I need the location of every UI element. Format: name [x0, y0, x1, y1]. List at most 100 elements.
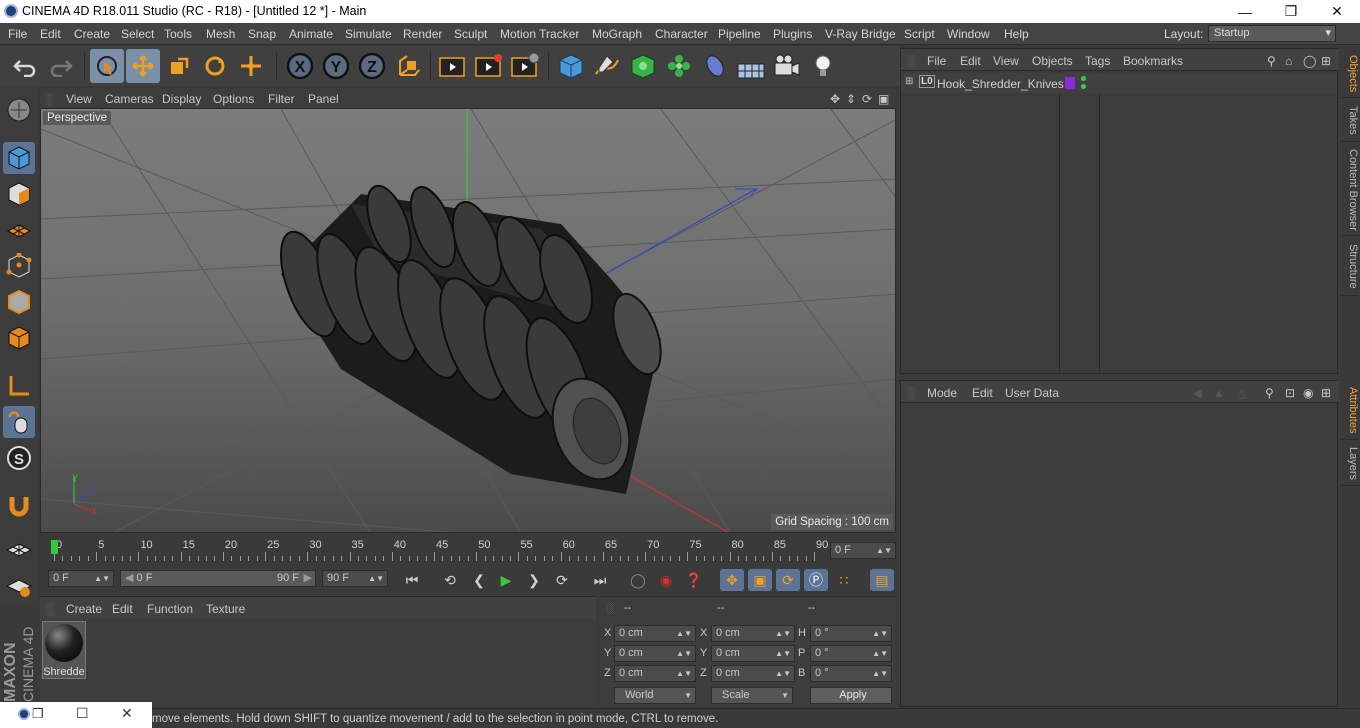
next-frame-icon[interactable]: ❯: [522, 569, 546, 591]
next-key-icon[interactable]: ⟳: [550, 569, 574, 591]
pos-y-field[interactable]: 0 cm ▲▼: [614, 645, 696, 662]
menu-render[interactable]: Render: [403, 27, 442, 41]
render-visibility-dot[interactable]: [1081, 84, 1086, 89]
rot-h-field[interactable]: 0 ° ▲▼: [810, 625, 892, 642]
render-view-icon[interactable]: [436, 49, 470, 83]
cloner-mograph-icon[interactable]: [662, 49, 696, 83]
z-axis-lock-icon[interactable]: Z: [355, 49, 389, 83]
object-menu-objects[interactable]: Objects: [1032, 54, 1073, 68]
points-mode-icon[interactable]: [3, 250, 35, 282]
tweak-mode-icon[interactable]: [3, 406, 35, 438]
editor-visibility-dot[interactable]: [1081, 76, 1086, 81]
material-menu-edit[interactable]: Edit: [112, 602, 133, 616]
menu-snap[interactable]: Snap: [248, 27, 276, 41]
play-icon[interactable]: ▶: [494, 569, 518, 591]
current-frame-field[interactable]: 0 F ▲▼: [830, 542, 896, 559]
light-icon[interactable]: [806, 49, 840, 83]
taskbar-window-thumbnail[interactable]: ❐ ☐ ✕: [0, 702, 152, 728]
menu-plugins[interactable]: Plugins: [773, 27, 812, 41]
size-z-field[interactable]: 0 cm ▲▼: [711, 665, 795, 682]
attribute-menu-edit[interactable]: Edit: [972, 386, 993, 400]
menu-vray-bridge[interactable]: V-Ray Bridge: [825, 27, 896, 41]
viewport-menu-display[interactable]: Display: [162, 92, 201, 106]
close-button[interactable]: ✕: [1314, 0, 1360, 23]
scale-tool-icon[interactable]: [162, 49, 196, 83]
rot-b-field[interactable]: 0 ° ▲▼: [810, 665, 892, 682]
x-axis-lock-icon[interactable]: X: [283, 49, 317, 83]
apply-button[interactable]: Apply: [810, 687, 892, 704]
menu-help[interactable]: Help: [1004, 27, 1029, 41]
viewport-maximize-icon[interactable]: ▣: [878, 92, 889, 106]
key-position-icon[interactable]: ✥: [720, 569, 744, 591]
attribute-up-icon[interactable]: △: [1237, 386, 1246, 400]
menu-animate[interactable]: Animate: [289, 27, 333, 41]
menu-script[interactable]: Script: [904, 27, 935, 41]
object-name[interactable]: Hook_Shredder_Knives: [937, 77, 1064, 91]
object-menu-view[interactable]: View: [993, 54, 1019, 68]
object-menu-tags[interactable]: Tags: [1085, 54, 1110, 68]
object-new-panel-icon[interactable]: ⊞: [1321, 54, 1331, 68]
thumbnail-maximize-icon[interactable]: ☐: [76, 705, 89, 722]
menu-pipeline[interactable]: Pipeline: [718, 27, 761, 41]
menu-character[interactable]: Character: [655, 27, 708, 41]
material-swatch[interactable]: Shredde: [42, 621, 86, 679]
make-editable-icon[interactable]: [3, 94, 35, 126]
tab-objects[interactable]: Objects: [1341, 50, 1359, 98]
viewport-pan-icon[interactable]: ✥: [830, 92, 840, 106]
menu-sculpt[interactable]: Sculpt: [454, 27, 487, 41]
pen-spline-icon[interactable]: [590, 49, 624, 83]
size-y-field[interactable]: 0 cm ▲▼: [711, 645, 795, 662]
menu-mesh[interactable]: Mesh: [206, 27, 235, 41]
attribute-forward-icon[interactable]: ▲: [1213, 386, 1225, 400]
playhead-marker[interactable]: [51, 540, 58, 554]
live-selection-icon[interactable]: [90, 49, 124, 83]
layout-dropdown[interactable]: Startup: [1208, 25, 1336, 42]
camera-icon[interactable]: [770, 49, 804, 83]
object-row[interactable]: ⊞ L0 Hook_Shredder_Knives: [901, 73, 1337, 93]
y-axis-lock-icon[interactable]: Y: [319, 49, 353, 83]
object-home-icon[interactable]: ⌂: [1285, 54, 1292, 68]
model-mode-icon[interactable]: [3, 142, 35, 174]
transform-tool-icon[interactable]: [234, 49, 268, 83]
hook-shredder-knives-model[interactable]: [270, 180, 671, 494]
material-menu-function[interactable]: Function: [147, 602, 193, 616]
record-keys-icon[interactable]: ◯: [626, 569, 650, 591]
object-filter-icon[interactable]: ◯: [1303, 54, 1316, 68]
menu-select[interactable]: Select: [121, 27, 154, 41]
timeline-window-icon[interactable]: ▤: [870, 569, 894, 591]
locked-workplane-icon[interactable]: [3, 534, 35, 566]
tab-attributes[interactable]: Attributes: [1341, 382, 1359, 440]
texture-mode-icon[interactable]: [3, 178, 35, 210]
menu-window[interactable]: Window: [947, 27, 990, 41]
restore-button[interactable]: ❐: [1268, 0, 1314, 23]
key-pla-icon[interactable]: ∷: [832, 569, 856, 591]
viewport-rotate-icon[interactable]: ⟳: [862, 92, 872, 106]
floor-scene-icon[interactable]: [734, 49, 768, 83]
pos-z-field[interactable]: 0 cm ▲▼: [614, 665, 696, 682]
subdivision-generator-icon[interactable]: [626, 49, 660, 83]
end-frame-field[interactable]: 90 F ▲▼: [322, 570, 388, 587]
frame-ruler[interactable]: 0 5 10 15 20 25 30 35 40 45 50 55 60 65 70 75 80 85 90: [48, 539, 830, 561]
frame-range-slider[interactable]: ◀ 0 F 90 F ▶: [120, 570, 316, 587]
deformer-icon[interactable]: [698, 49, 732, 83]
keyframe-selection-icon[interactable]: ❓: [682, 569, 706, 591]
menu-create[interactable]: Create: [74, 27, 110, 41]
axis-mode-icon[interactable]: [3, 370, 35, 402]
menu-tools[interactable]: Tools: [164, 27, 192, 41]
key-parameter-icon[interactable]: Ⓟ: [804, 569, 828, 591]
viewport-zoom-icon[interactable]: ⇕: [846, 92, 856, 106]
object-menu-file[interactable]: File: [927, 54, 946, 68]
coordinate-system-icon[interactable]: [391, 49, 425, 83]
menu-edit[interactable]: Edit: [40, 27, 61, 41]
key-rotation-icon[interactable]: ⟳: [776, 569, 800, 591]
thumbnail-close-icon[interactable]: ✕: [121, 705, 133, 722]
menu-simulate[interactable]: Simulate: [345, 27, 392, 41]
coord-system-dropdown[interactable]: World ▼: [614, 687, 696, 704]
viewport-menu-cameras[interactable]: Cameras: [105, 92, 154, 106]
thumbnail-restore-icon[interactable]: ❐: [32, 706, 44, 722]
solo-mode-icon[interactable]: [3, 570, 35, 602]
edges-mode-icon[interactable]: [3, 286, 35, 318]
attribute-target-icon[interactable]: ◉: [1303, 386, 1313, 400]
expand-toggle-icon[interactable]: ⊞: [905, 76, 913, 87]
previous-key-icon[interactable]: ⟲: [438, 569, 462, 591]
